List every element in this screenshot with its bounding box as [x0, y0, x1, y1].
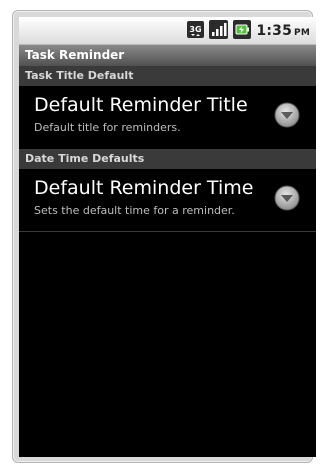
status-time: 1:35 — [256, 23, 293, 39]
app-title: Task Reminder — [25, 48, 125, 62]
pref-default-reminder-time[interactable]: Default Reminder Time Sets the default t… — [19, 169, 316, 225]
svg-text:3G: 3G — [190, 25, 202, 34]
status-icons: 3G 1:35 PM — [187, 19, 310, 43]
category-label: Date Time Defaults — [25, 152, 145, 165]
device-screen: 3G 1:35 PM Task Reminder Task Title Defa… — [19, 17, 316, 457]
app-title-bar: Task Reminder — [19, 44, 316, 67]
category-label: Task Title Default — [25, 69, 134, 82]
dropdown-arrow-icon[interactable] — [274, 102, 300, 128]
screenshot-frame: 3G 1:35 PM Task Reminder Task Title Defa… — [0, 0, 322, 472]
category-date-time-defaults: Date Time Defaults — [19, 149, 316, 169]
status-ampm: PM — [294, 28, 310, 38]
pref-title: Default Reminder Time — [34, 177, 254, 199]
pref-summary: Sets the default time for a reminder. — [34, 204, 235, 217]
dropdown-arrow-icon[interactable] — [274, 185, 300, 211]
pref-summary: Default title for reminders. — [34, 121, 181, 134]
battery-charging-icon — [233, 19, 252, 43]
signal-icon — [209, 19, 229, 43]
pref-default-reminder-title[interactable]: Default Reminder Title Default title for… — [19, 86, 316, 142]
pref-title: Default Reminder Title — [34, 94, 248, 116]
status-bar: 3G 1:35 PM — [19, 17, 316, 45]
list-divider — [19, 231, 316, 232]
status-clock: 1:35 PM — [256, 23, 310, 39]
category-task-title-default: Task Title Default — [19, 66, 316, 86]
3g-icon: 3G — [187, 20, 205, 42]
